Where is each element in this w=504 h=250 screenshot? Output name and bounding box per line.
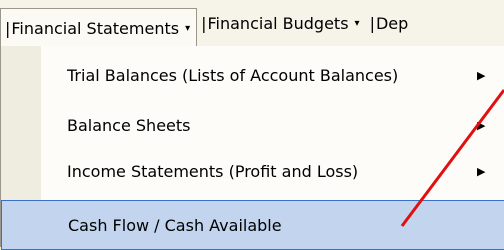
menu-item-balance-sheets[interactable]: Balance Sheets ▶ — [1, 100, 504, 150]
submenu-arrow-icon: ▶ — [477, 164, 486, 178]
menu-item-label: Income Statements (Profit and Loss) — [67, 161, 359, 181]
menu-financial-budgets[interactable]: | Financial Budgets ▾ — [197, 5, 365, 41]
menu-separator: | — [201, 13, 207, 33]
menu-separator: | — [5, 18, 11, 38]
menu-bar: | Financial Statements ▾ | Financial Bud… — [0, 0, 504, 47]
menu-separator: | — [369, 13, 375, 33]
menu-item-label: Cash Flow / Cash Available — [68, 215, 282, 235]
menu-dep[interactable]: | Dep — [366, 5, 415, 41]
submenu-arrow-icon: ▶ — [477, 118, 486, 132]
financial-statements-dropdown: Trial Balances (Lists of Account Balance… — [0, 46, 504, 250]
menu-item-label: Trial Balances (Lists of Account Balance… — [67, 65, 399, 85]
menu-item-income-statements[interactable]: Income Statements (Profit and Loss) ▶ — [1, 146, 504, 196]
menu-financial-statements[interactable]: | Financial Statements ▾ — [0, 8, 198, 47]
menu-item-cash-flow[interactable]: Cash Flow / Cash Available — [1, 200, 504, 250]
menu-item-trial-balances[interactable]: Trial Balances (Lists of Account Balance… — [1, 50, 504, 100]
menu-label: Dep — [375, 13, 409, 33]
chevron-down-icon: ▾ — [354, 17, 360, 29]
chevron-down-icon: ▾ — [185, 22, 191, 34]
menu-item-label: Balance Sheets — [67, 115, 191, 135]
menu-label: Financial Budgets — [207, 13, 349, 33]
menu-label: Financial Statements — [11, 18, 180, 38]
submenu-arrow-icon: ▶ — [477, 68, 486, 82]
